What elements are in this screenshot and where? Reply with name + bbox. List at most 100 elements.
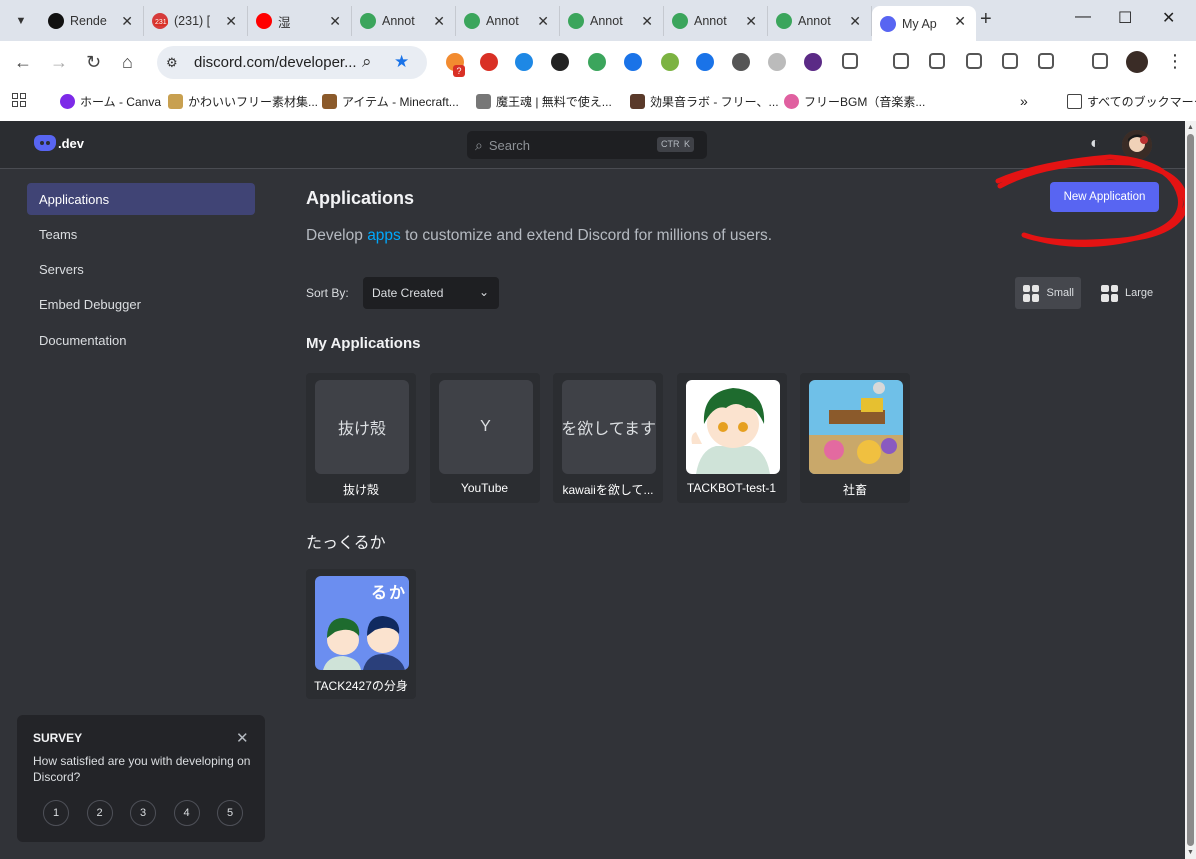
- tab-close-icon[interactable]: ✕: [225, 13, 237, 30]
- bookmark-favicon-icon: [630, 94, 645, 109]
- apps-grid-icon[interactable]: [12, 93, 26, 107]
- tab-close-icon[interactable]: ✕: [745, 13, 757, 30]
- scroll-up-icon[interactable]: ▲: [1187, 124, 1194, 131]
- new-application-button[interactable]: New Application: [1050, 182, 1159, 212]
- ext-screenshot-icon[interactable]: [661, 53, 679, 71]
- browser-tab[interactable]: My Ap ✕: [872, 6, 976, 41]
- tab-search-chevron-icon[interactable]: ▼: [8, 8, 34, 34]
- discord-dev-logo[interactable]: .dev: [34, 135, 84, 151]
- ext-translate-icon[interactable]: [696, 53, 714, 71]
- browser-tab[interactable]: Annot ✕: [664, 6, 768, 36]
- tab-close-icon[interactable]: ✕: [954, 13, 966, 30]
- browser-tab[interactable]: Rende ✕: [40, 6, 144, 36]
- ext-shazam-icon[interactable]: [515, 53, 533, 71]
- logo-text: .dev: [58, 135, 85, 151]
- application-card[interactable]: Y YouTube: [429, 373, 540, 503]
- maximize-icon[interactable]: ☐: [1118, 8, 1132, 28]
- browser-tab[interactable]: Annot ✕: [768, 6, 872, 36]
- bookmark-item[interactable]: ホーム - Canva: [60, 93, 161, 110]
- browser-tab[interactable]: 湿 ✕: [248, 6, 352, 36]
- tab-close-icon[interactable]: ✕: [329, 13, 341, 30]
- browser-tab[interactable]: Annot ✕: [456, 6, 560, 36]
- view-large-label: Large: [1125, 287, 1154, 299]
- sidebar-item-servers[interactable]: Servers: [27, 254, 255, 286]
- scroll-down-icon[interactable]: ▼: [1187, 849, 1194, 856]
- profile-icon[interactable]: [1126, 51, 1148, 73]
- key-icon[interactable]: [893, 53, 909, 69]
- browser-tab[interactable]: Annot ✕: [352, 6, 456, 36]
- scrollbar-thumb[interactable]: [1187, 134, 1194, 846]
- bookmark-item[interactable]: フリーBGM（音楽素...: [784, 93, 925, 110]
- back-arrow-icon[interactable]: ←: [14, 52, 32, 72]
- media-icon[interactable]: [1092, 53, 1108, 69]
- rating-5-button[interactable]: 5: [217, 800, 243, 826]
- apps-link[interactable]: apps: [367, 227, 401, 244]
- forward-arrow-icon[interactable]: →: [50, 52, 68, 72]
- tab-close-icon[interactable]: ✕: [641, 13, 653, 30]
- portal-search-input[interactable]: ⌕ Search CTRL K: [467, 131, 707, 159]
- tab-close-icon[interactable]: ✕: [121, 13, 133, 30]
- url-text[interactable]: discord.com/developer...: [194, 54, 357, 71]
- bookmark-item[interactable]: アイテム - Minecraft...: [322, 93, 459, 110]
- zoom-search-icon[interactable]: ⌕: [362, 52, 372, 72]
- bookmark-item[interactable]: 魔王魂 | 無料で使え...: [476, 93, 612, 110]
- ext-vs-icon[interactable]: [804, 53, 822, 71]
- kbd-k-hint: K: [680, 137, 695, 152]
- ext-r-icon[interactable]: [551, 53, 569, 71]
- sidepanel-icon[interactable]: [1002, 53, 1018, 69]
- view-large-toggle[interactable]: Large: [1093, 277, 1160, 309]
- page-title: Applications: [306, 188, 415, 208]
- ext-chat-icon[interactable]: [732, 53, 750, 71]
- ext-colorzilla-icon[interactable]: [588, 53, 606, 71]
- minimize-icon[interactable]: —: [1075, 8, 1091, 26]
- close-icon[interactable]: ✕: [236, 729, 249, 747]
- reload-icon[interactable]: ↻: [86, 52, 101, 72]
- translate-page-icon[interactable]: [929, 53, 945, 69]
- bookmark-item[interactable]: 効果音ラボ - フリー、...: [630, 93, 779, 110]
- tab-title: My Ap: [902, 16, 937, 31]
- view-small-toggle[interactable]: Small: [1015, 277, 1081, 309]
- tab-close-icon[interactable]: ✕: [537, 13, 549, 30]
- team-heading: たっくるか: [306, 535, 386, 552]
- rating-3-button[interactable]: 3: [130, 800, 156, 826]
- new-tab-plus-icon[interactable]: +: [980, 9, 992, 29]
- app-icon: 抜け殻: [315, 380, 409, 474]
- rating-2-button[interactable]: 2: [86, 800, 113, 826]
- user-avatar[interactable]: [1122, 130, 1152, 160]
- bookmark-star-icon[interactable]: ★: [394, 52, 409, 72]
- application-card[interactable]: るか TACK2427の分身: [306, 569, 416, 699]
- discord-logo-icon: [34, 135, 56, 151]
- browser-tab[interactable]: Annot ✕: [560, 6, 664, 36]
- bookmark-item[interactable]: かわいいフリー素材集...: [168, 93, 318, 110]
- devices-icon[interactable]: [966, 53, 982, 69]
- all-bookmarks-folder[interactable]: すべてのブックマーク: [1067, 93, 1196, 110]
- theme-toggle-icon[interactable]: ◐: [1090, 135, 1100, 153]
- application-card[interactable]: 抜け殻 抜け殻: [306, 373, 416, 503]
- sidebar-item-documentation[interactable]: Documentation: [27, 324, 255, 356]
- sort-by-select[interactable]: Date Created ⌄: [363, 277, 499, 309]
- sidebar-item-teams[interactable]: Teams: [27, 218, 255, 250]
- site-info-icon[interactable]: ⚙: [166, 55, 178, 71]
- home-icon[interactable]: ⌂: [122, 52, 133, 72]
- app-name: kawaiiを欲して...: [562, 483, 654, 497]
- ext-wave-icon[interactable]: [624, 53, 642, 71]
- rating-1-button[interactable]: 1: [43, 800, 69, 826]
- ext-thumb-icon[interactable]: [480, 53, 498, 71]
- bookmark-label: かわいいフリー素材集...: [188, 95, 319, 109]
- download-icon[interactable]: [1038, 53, 1054, 69]
- browser-menu-icon[interactable]: ⋮: [1166, 51, 1184, 72]
- sidebar-item-embed-debugger[interactable]: Embed Debugger: [27, 289, 255, 321]
- application-card[interactable]: TACKBOT-test-1: [676, 373, 787, 503]
- close-window-icon[interactable]: ✕: [1162, 8, 1175, 28]
- my-applications-heading: My Applications: [306, 335, 421, 352]
- bookmarks-overflow-icon[interactable]: »: [1020, 93, 1028, 109]
- app-icon: Y: [438, 380, 533, 474]
- sidebar-item-applications[interactable]: Applications: [27, 183, 255, 215]
- application-card[interactable]: kawaiiを欲してます kawaiiを欲して...: [553, 373, 663, 503]
- application-card[interactable]: 社畜: [800, 373, 910, 503]
- puzzle-icon[interactable]: [842, 53, 858, 69]
- tab-close-icon[interactable]: ✕: [433, 13, 445, 30]
- ext-star-icon[interactable]: [768, 53, 786, 71]
- rating-4-button[interactable]: 4: [173, 800, 200, 826]
- tab-close-icon[interactable]: ✕: [849, 13, 861, 30]
